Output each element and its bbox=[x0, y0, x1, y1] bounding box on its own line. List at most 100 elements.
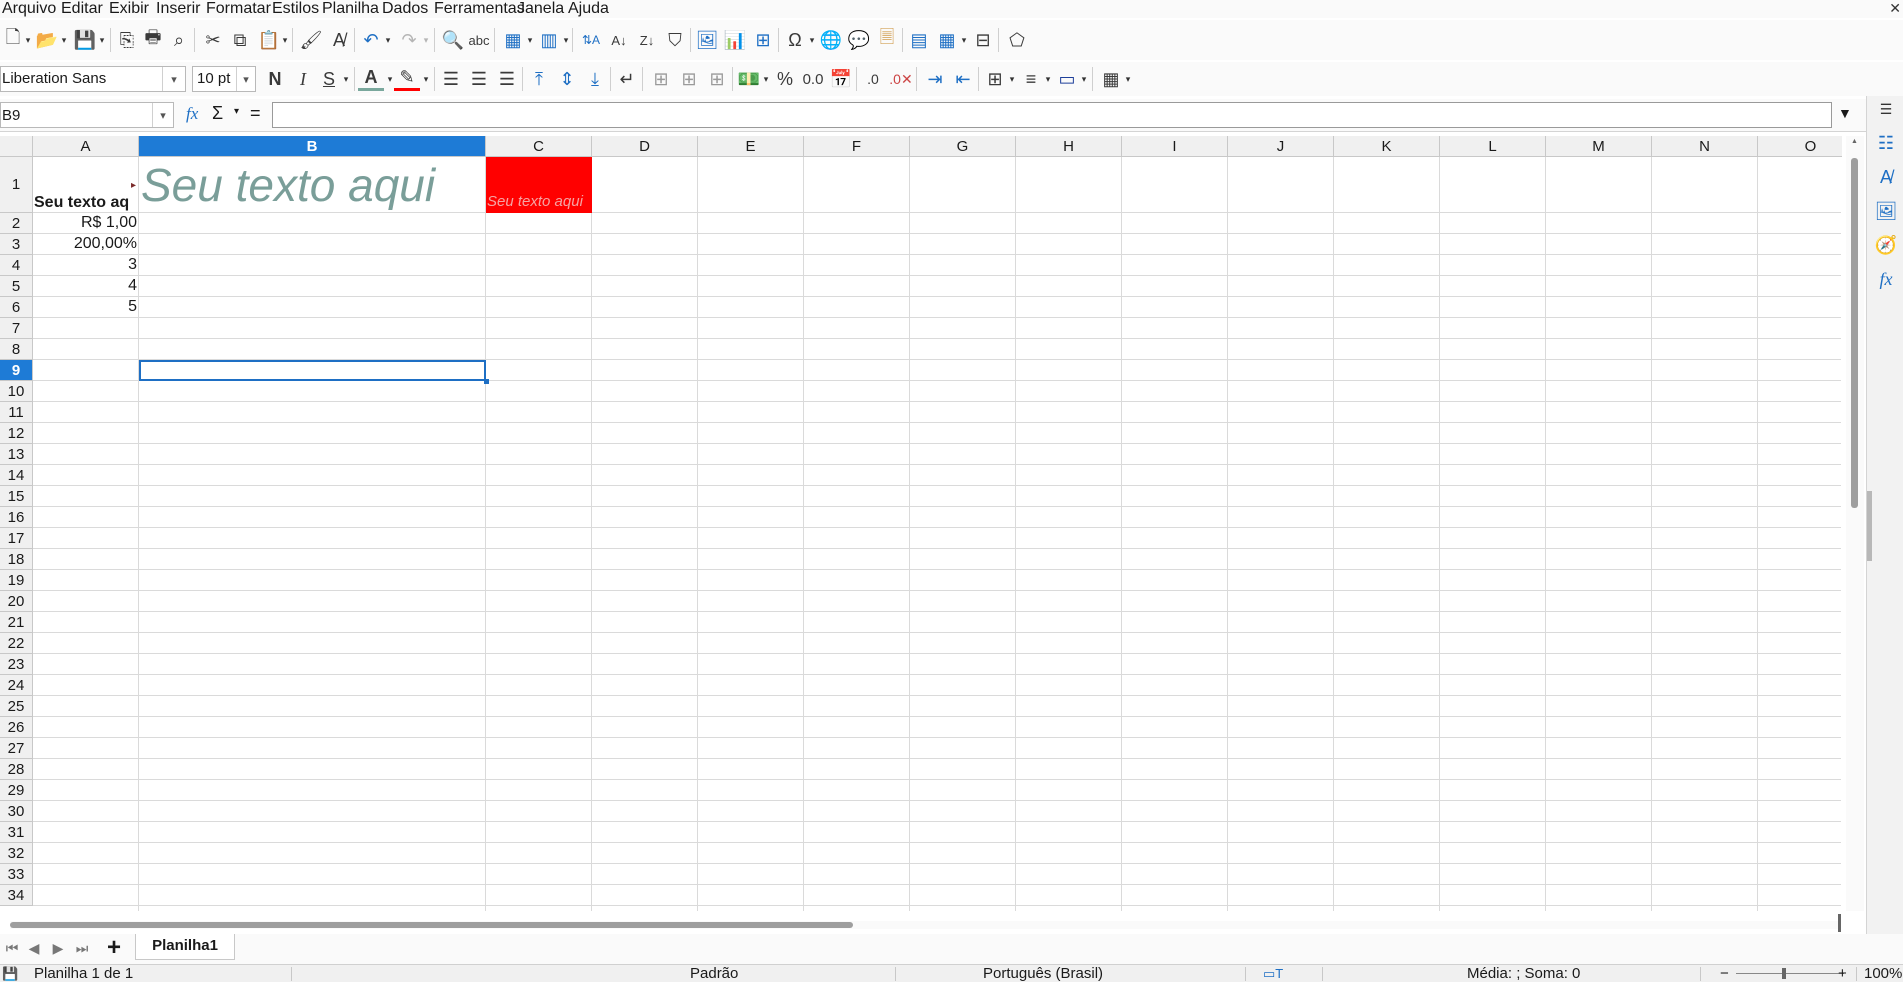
merge-cells-icon[interactable]: ⊞ bbox=[676, 66, 702, 92]
unmerge-cells-icon[interactable]: ⊞ bbox=[704, 66, 730, 92]
print-icon[interactable]: 🖶 bbox=[140, 27, 166, 53]
underline-button[interactable]: S bbox=[316, 66, 342, 92]
border-color-dropdown-icon[interactable]: ▾ bbox=[1080, 66, 1088, 92]
define-print-area-icon[interactable]: ▤ bbox=[906, 27, 932, 53]
menu-ajuda[interactable]: Ajuda bbox=[568, 0, 609, 18]
currency-format-icon[interactable]: 💵 bbox=[736, 66, 762, 92]
menu-planilha[interactable]: Planilha bbox=[322, 0, 379, 18]
sort-descending-icon[interactable]: Z↓ bbox=[634, 27, 660, 53]
special-character-dropdown-icon[interactable]: ▾ bbox=[808, 27, 816, 53]
sort-icon[interactable]: ⇅A bbox=[578, 27, 604, 53]
expand-formula-bar-icon[interactable]: ▼ bbox=[1838, 105, 1852, 121]
redo-icon[interactable]: ↷ bbox=[396, 27, 422, 53]
column-header-i[interactable]: I bbox=[1122, 136, 1228, 157]
column-header-m[interactable]: M bbox=[1546, 136, 1652, 157]
font-color-dropdown-icon[interactable]: ▾ bbox=[386, 66, 394, 92]
freeze-rows-columns-icon[interactable]: ▦ bbox=[934, 27, 960, 53]
next-sheet-icon[interactable]: ▶ bbox=[48, 938, 68, 958]
align-center-icon[interactable]: ☰ bbox=[466, 66, 492, 92]
open-folder-icon[interactable]: 📂 bbox=[34, 27, 60, 53]
cell-c1[interactable]: Seu texto aqui bbox=[487, 193, 592, 210]
sidebar-collapse-handle[interactable] bbox=[1867, 491, 1872, 561]
copy-icon[interactable]: ⧉ bbox=[227, 27, 253, 53]
column-header-e[interactable]: E bbox=[698, 136, 804, 157]
number-format-icon[interactable]: 0.0 bbox=[800, 66, 826, 92]
cell-cursor[interactable] bbox=[139, 360, 486, 381]
freeze-dropdown-icon[interactable]: ▾ bbox=[960, 27, 968, 53]
cell-b1[interactable]: Seu texto aqui bbox=[141, 160, 486, 210]
row-header-18[interactable]: 18 bbox=[0, 549, 33, 570]
autofilter-icon[interactable]: ⛉ bbox=[662, 27, 688, 53]
spreadsheet-grid[interactable]: ABCDEFGHIJKLMNO 1 2 3 4 5 6 7 8 9 10 11 12 13 14 15 16 1… bbox=[0, 136, 1842, 911]
special-character-icon[interactable]: Ω bbox=[782, 27, 808, 53]
export-pdf-icon[interactable]: ⎘ bbox=[114, 27, 140, 53]
highlight-dropdown-icon[interactable]: ▾ bbox=[422, 66, 430, 92]
row-header-25[interactable]: 25 bbox=[0, 696, 33, 717]
document-modified-icon[interactable]: 💾 bbox=[2, 965, 18, 982]
column-header-k[interactable]: K bbox=[1334, 136, 1440, 157]
formula-equals-icon[interactable]: = bbox=[250, 103, 261, 124]
save-icon[interactable]: 💾 bbox=[72, 27, 98, 53]
function-wizard-icon[interactable]: fx bbox=[186, 104, 198, 124]
cell-a4[interactable]: 3 bbox=[34, 256, 137, 274]
menu-dados[interactable]: Dados bbox=[382, 0, 428, 18]
column-header-l[interactable]: L bbox=[1440, 136, 1546, 157]
sort-ascending-icon[interactable]: A↓ bbox=[606, 27, 632, 53]
cut-icon[interactable]: ✂ bbox=[200, 27, 226, 53]
chevron-down-icon[interactable]: ▾ bbox=[162, 67, 185, 91]
language[interactable]: Português (Brasil) bbox=[983, 965, 1103, 982]
column-header-a[interactable]: A bbox=[33, 136, 139, 157]
gallery-icon[interactable]: 🖼 bbox=[1875, 200, 1898, 222]
formula-input[interactable] bbox=[272, 102, 1832, 128]
align-right-icon[interactable]: ☰ bbox=[494, 66, 520, 92]
find-replace-icon[interactable]: 🔍 bbox=[440, 27, 466, 53]
open-dropdown-icon[interactable]: ▾ bbox=[60, 27, 68, 53]
column-header-f[interactable]: F bbox=[804, 136, 910, 157]
insert-pivot-table-icon[interactable]: ⊞ bbox=[750, 27, 776, 53]
italic-button[interactable]: I bbox=[290, 66, 316, 92]
spelling-icon[interactable]: abc bbox=[466, 27, 492, 53]
column-dropdown-icon[interactable]: ▾ bbox=[562, 27, 570, 53]
redo-dropdown-icon[interactable]: ▾ bbox=[422, 27, 430, 53]
align-top-icon[interactable]: ⤒ bbox=[526, 66, 552, 92]
border-style-dropdown-icon[interactable]: ▾ bbox=[1044, 66, 1052, 92]
column-header-d[interactable]: D bbox=[592, 136, 698, 157]
font-color-icon[interactable]: A bbox=[358, 66, 384, 91]
insert-image-icon[interactable]: 🖼 bbox=[694, 27, 720, 53]
row-header-20[interactable]: 20 bbox=[0, 591, 33, 612]
cell-a2[interactable]: R$ 1,00 bbox=[34, 214, 137, 232]
save-dropdown-icon[interactable]: ▾ bbox=[98, 27, 106, 53]
menu-inserir[interactable]: Inserir bbox=[156, 0, 200, 18]
row-header-13[interactable]: 13 bbox=[0, 444, 33, 465]
insert-chart-icon[interactable]: 📊 bbox=[722, 27, 748, 53]
row-header-31[interactable]: 31 bbox=[0, 822, 33, 843]
add-decimal-icon[interactable]: .0 bbox=[860, 66, 886, 92]
row-header-17[interactable]: 17 bbox=[0, 528, 33, 549]
row-header-24[interactable]: 24 bbox=[0, 675, 33, 696]
row-dropdown-icon[interactable]: ▾ bbox=[526, 27, 534, 53]
column-header-b[interactable]: B bbox=[139, 136, 486, 157]
undo-dropdown-icon[interactable]: ▾ bbox=[384, 27, 392, 53]
cell-a3[interactable]: 200,00% bbox=[34, 235, 137, 253]
selection-mode-icon[interactable]: ▭T bbox=[1263, 965, 1283, 982]
row-header-26[interactable]: 26 bbox=[0, 717, 33, 738]
row-header-3[interactable]: 3 bbox=[0, 234, 33, 255]
last-sheet-icon[interactable]: ⏭ bbox=[72, 938, 92, 958]
close-document-icon[interactable]: ✕ bbox=[1889, 0, 1901, 17]
menu-editar[interactable]: Editar bbox=[61, 0, 103, 18]
paste-dropdown-icon[interactable]: ▾ bbox=[281, 27, 289, 53]
add-sheet-button[interactable]: + bbox=[104, 934, 124, 961]
wrap-text-icon[interactable]: ↵ bbox=[614, 66, 640, 92]
sheet-tab-planilha1[interactable]: Planilha1 bbox=[135, 934, 235, 960]
vertical-scrollbar[interactable]: ▲ bbox=[1846, 136, 1864, 911]
clone-formatting-icon[interactable]: 🖌 bbox=[298, 27, 324, 53]
menu-estilos[interactable]: Estilos bbox=[272, 0, 319, 18]
undo-icon[interactable]: ↶ bbox=[358, 27, 384, 53]
zoom-in-button[interactable]: + bbox=[1838, 965, 1847, 982]
row-header-28[interactable]: 28 bbox=[0, 759, 33, 780]
row-header-6[interactable]: 6 bbox=[0, 297, 33, 318]
underline-dropdown-icon[interactable]: ▾ bbox=[342, 66, 350, 92]
row-header-14[interactable]: 14 bbox=[0, 465, 33, 486]
row-header-34[interactable]: 34 bbox=[0, 885, 33, 906]
row-header-7[interactable]: 7 bbox=[0, 318, 33, 339]
